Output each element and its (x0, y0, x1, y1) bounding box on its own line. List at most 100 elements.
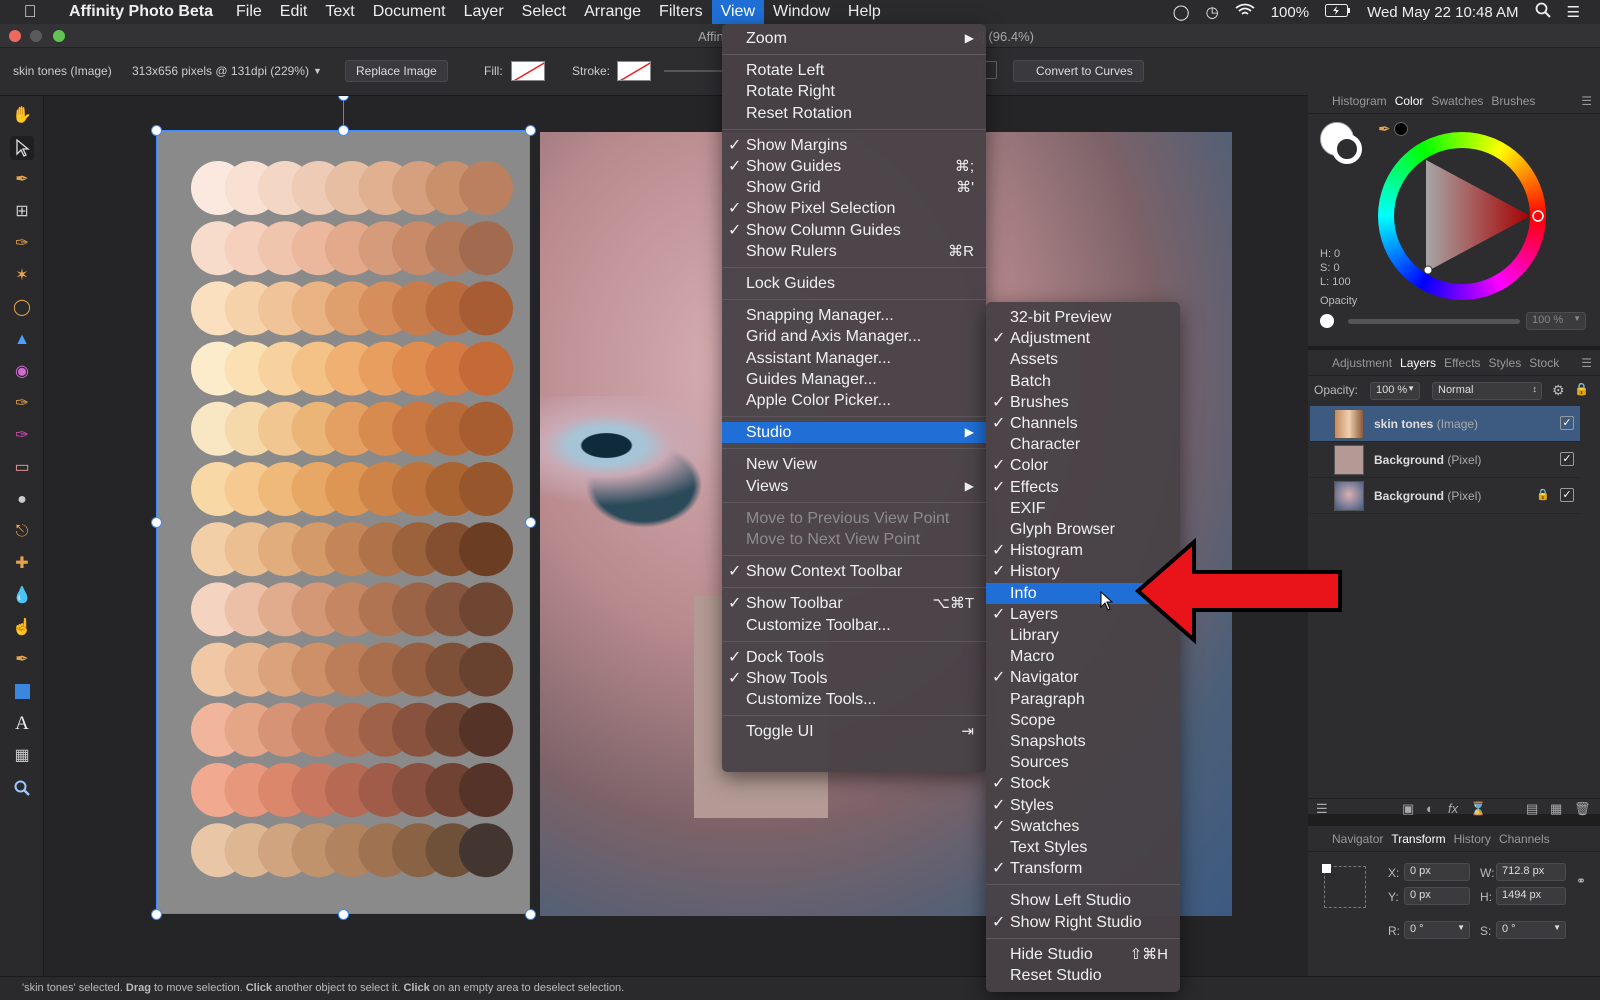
h-field[interactable]: 1494 px (1496, 887, 1566, 905)
studio-menu-item-32-bit-preview[interactable]: 32-bit Preview (986, 307, 1180, 328)
link-icon[interactable]: ⚭ (1576, 874, 1586, 888)
color-triangle[interactable] (1378, 132, 1546, 300)
studio-menu-item-sources[interactable]: Sources (986, 752, 1180, 773)
studio-menu-item-snapshots[interactable]: Snapshots (986, 731, 1180, 752)
anchor-selector[interactable] (1322, 864, 1366, 908)
studio-menu-item-batch[interactable]: Batch (986, 371, 1180, 392)
layer-row-skin-tones[interactable]: skin tones (Image) ✓ (1310, 406, 1580, 442)
dodge-icon[interactable]: ● (10, 488, 34, 512)
time-machine-icon[interactable]: ◷ (1206, 3, 1219, 21)
color-wheel[interactable] (1378, 132, 1546, 300)
view-menu-item-show-column-guides[interactable]: ✓ Show Column Guides (722, 220, 986, 241)
close-window-icon[interactable] (9, 30, 21, 42)
view-menu-item-show-tools[interactable]: ✓ Show Tools (722, 668, 986, 689)
w-field[interactable]: 712.8 px (1496, 863, 1566, 881)
tab-histogram[interactable]: Histogram (1332, 94, 1387, 108)
zoom-tool-icon[interactable] (10, 776, 34, 800)
view-menu-item-zoom[interactable]: Zoom ▶ (722, 28, 986, 49)
replace-image-button[interactable]: Replace Image (345, 60, 448, 82)
studio-menu-item-transform[interactable]: ✓ Transform (986, 858, 1180, 879)
resize-handle[interactable] (525, 125, 536, 136)
healing-brush-icon[interactable]: ✚ (10, 552, 34, 576)
stroke-swatch[interactable] (617, 61, 651, 81)
view-menu-item-dock-tools[interactable]: ✓ Dock Tools (722, 647, 986, 668)
layer-row-background-2[interactable]: Background (Pixel) 🔒 ✓ (1310, 478, 1580, 514)
opacity-slider[interactable] (1320, 314, 1520, 328)
view-menu-item-new-view[interactable]: New View (722, 454, 986, 475)
studio-menu-item-scope[interactable]: Scope (986, 710, 1180, 731)
opacity-field[interactable]: 100 % ▼ (1526, 312, 1586, 330)
layer-row-background-1[interactable]: Background (Pixel) ✓ (1310, 442, 1580, 478)
view-menu-item-guides-manager[interactable]: Guides Manager... (722, 369, 986, 390)
blur-icon[interactable]: 💧 (10, 584, 34, 608)
tab-swatches[interactable]: Swatches (1431, 94, 1483, 108)
menu-app-name[interactable]: Affinity Photo Beta (60, 0, 227, 24)
notification-center-icon[interactable]: ☰ (1567, 3, 1580, 21)
studio-menu-item-channels[interactable]: ✓ Channels (986, 413, 1180, 434)
view-menu-item-snapping-manager[interactable]: Snapping Manager... (722, 305, 986, 326)
menu-document[interactable]: Document (364, 0, 455, 24)
layer-lock-icon[interactable]: 🔒 (1536, 488, 1550, 501)
view-menu-item-rotate-right[interactable]: Rotate Right (722, 81, 986, 102)
tab-color[interactable]: Color (1395, 94, 1424, 108)
menu-layer[interactable]: Layer (455, 0, 513, 24)
view-menu-item-show-pixel-selection[interactable]: ✓ Show Pixel Selection (722, 198, 986, 219)
fx-icon[interactable]: fx (1448, 801, 1458, 816)
tab-brushes[interactable]: Brushes (1491, 94, 1535, 108)
chevron-down-icon[interactable]: ▼ (1457, 923, 1465, 932)
y-field[interactable]: 0 px (1404, 887, 1470, 905)
sync-icon[interactable]: ◯ (1173, 3, 1190, 21)
blend-mode-select[interactable]: Normal ↕ (1432, 382, 1542, 400)
add-pixel-layer-icon[interactable]: ▦ (1550, 801, 1562, 817)
studio-menu-item-assets[interactable]: Assets (986, 349, 1180, 370)
clone-stamp-icon[interactable]: ⎋ (10, 520, 34, 544)
fill-stroke-circles[interactable] (1320, 122, 1364, 166)
resize-handle[interactable] (338, 125, 349, 136)
view-menu-item-grid-and-axis-manager[interactable]: Grid and Axis Manager... (722, 326, 986, 347)
battery-percent[interactable]: 100% (1271, 4, 1309, 21)
view-menu-item-customize-tools[interactable]: Customize Tools... (722, 689, 986, 710)
view-menu-item-rotate-left[interactable]: Rotate Left (722, 60, 986, 81)
paint-brush-icon[interactable]: ✑ (10, 392, 34, 416)
studio-menu-item-navigator[interactable]: ✓ Navigator (986, 667, 1180, 688)
view-menu-item-assistant-manager[interactable]: Assistant Manager... (722, 348, 986, 369)
studio-menu-item-stock[interactable]: ✓ Stock (986, 773, 1180, 794)
tab-history[interactable]: History (1454, 832, 1491, 846)
image-info-label[interactable]: 313x656 pixels @ 131dpi (229%) (132, 64, 309, 78)
view-menu-item-apple-color-picker[interactable]: Apple Color Picker... (722, 390, 986, 411)
view-menu-item-show-guides[interactable]: ✓ Show Guides ⌘; (722, 156, 986, 177)
minimize-window-icon[interactable] (30, 30, 42, 42)
mesh-warp-icon[interactable]: ▦ (10, 744, 34, 768)
fill-swatch[interactable] (511, 61, 545, 81)
resize-handle[interactable] (151, 517, 162, 528)
flood-fill-icon[interactable]: ▲ (10, 328, 34, 352)
menu-filters[interactable]: Filters (650, 0, 712, 24)
tab-transform[interactable]: Transform (1391, 832, 1445, 846)
folder-icon[interactable]: ▤ (1526, 801, 1538, 817)
studio-menu-item-hide-studio[interactable]: Hide Studio ⇧⌘H (986, 944, 1180, 965)
studio-menu-item-macro[interactable]: Macro (986, 646, 1180, 667)
view-menu-item-show-toolbar[interactable]: ✓ Show Toolbar ⌥⌘T (722, 593, 986, 614)
color-picker-icon[interactable]: ✒ (10, 168, 34, 192)
studio-menu-item-character[interactable]: Character (986, 434, 1180, 455)
text-tool-icon[interactable]: A (10, 712, 34, 736)
menu-edit[interactable]: Edit (271, 0, 317, 24)
crop-tool-icon[interactable]: ⊞ (10, 200, 34, 224)
studio-menu-item-color[interactable]: ✓ Color (986, 455, 1180, 476)
stroke-width-slider[interactable] (664, 70, 724, 72)
shear-field[interactable]: 0 ° ▼ (1496, 921, 1566, 939)
lasso-icon[interactable]: ◯ (10, 296, 34, 320)
zoom-window-icon[interactable] (53, 30, 65, 42)
rectangle-tool-icon[interactable] (10, 680, 34, 704)
view-menu-item-reset-rotation[interactable]: Reset Rotation (722, 103, 986, 124)
studio-menu-item-adjustment[interactable]: ✓ Adjustment (986, 328, 1180, 349)
pen-tool-icon[interactable]: ✒ (10, 648, 34, 672)
layer-visibility-checkbox[interactable]: ✓ (1560, 416, 1574, 430)
menu-help[interactable]: Help (839, 0, 890, 24)
studio-menu-item-text-styles[interactable]: Text Styles (986, 837, 1180, 858)
studio-menu-item-exif[interactable]: EXIF (986, 498, 1180, 519)
view-menu-item-studio[interactable]: Studio ▶ (722, 422, 986, 444)
studio-menu-item-glyph-browser[interactable]: Glyph Browser (986, 519, 1180, 540)
chevron-down-icon[interactable]: ▼ (1553, 923, 1561, 932)
tab-layers[interactable]: Layers (1400, 356, 1436, 370)
